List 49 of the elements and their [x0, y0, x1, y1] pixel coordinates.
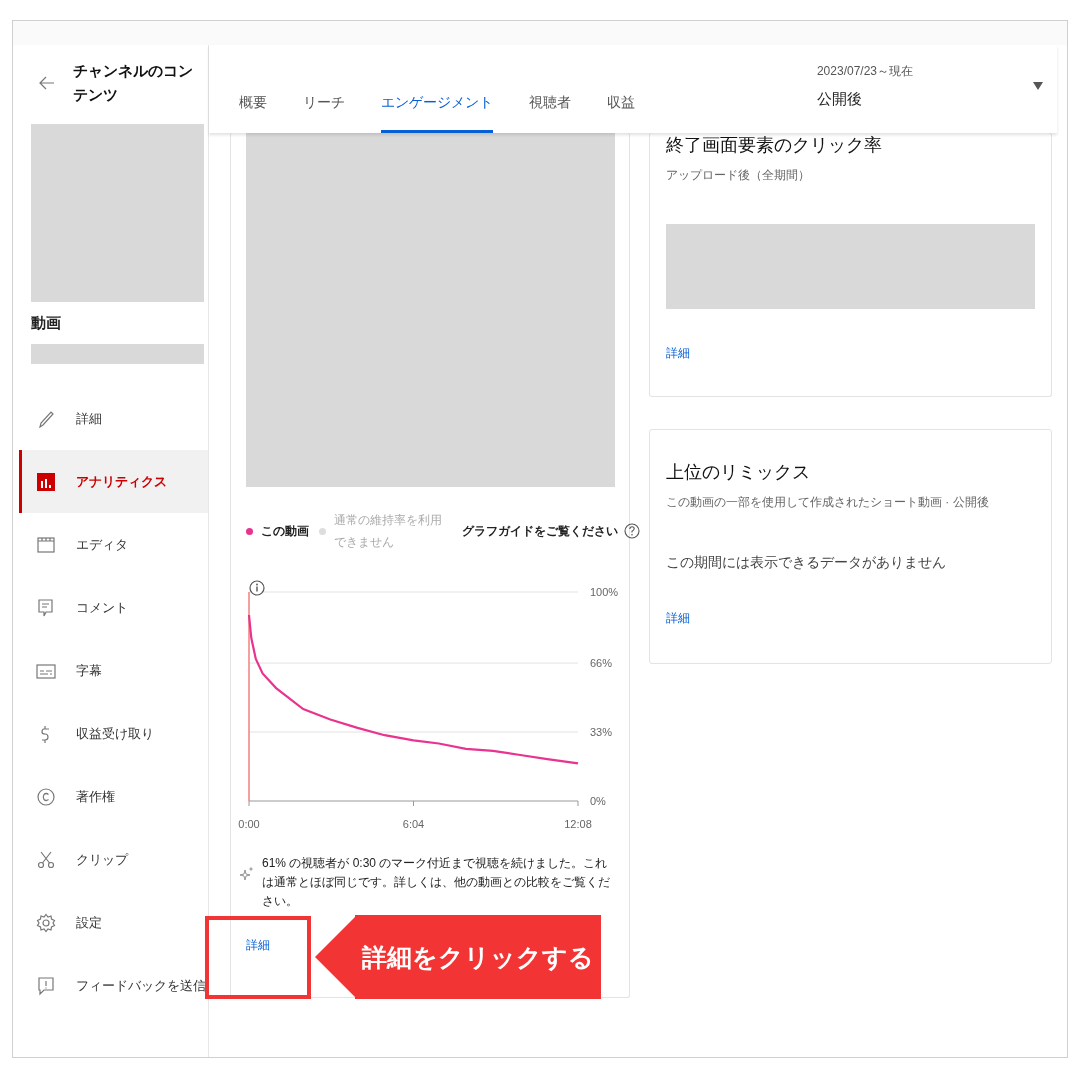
empty-message: この期間には表示できるデータがありません	[666, 554, 947, 572]
y-tick-label: 100%	[590, 586, 619, 598]
analytics-icon	[36, 471, 56, 492]
clapperboard-icon	[36, 534, 56, 555]
card-subtitle: アップロード後（全期間）	[666, 167, 811, 184]
sidebar-item[interactable]: クリップ	[19, 828, 208, 891]
help-icon	[624, 523, 640, 539]
date-label: 公開後	[816, 90, 863, 109]
sidebar-item[interactable]: 収益受け取り	[19, 702, 208, 765]
sidebar-item[interactable]: フィードバックを送信	[19, 954, 208, 1017]
sidebar-item[interactable]: 設定	[19, 891, 208, 954]
sparkle-icon	[240, 866, 254, 882]
date-period: 2023/07/23～現在	[816, 63, 913, 80]
dropdown-caret-icon	[1033, 82, 1043, 90]
channel-content-title: チャンネルのコンテンツ	[73, 61, 193, 105]
settings-icon	[36, 912, 56, 933]
scissors-icon	[36, 849, 56, 870]
tab[interactable]: 収益	[607, 94, 635, 133]
sidebar-item[interactable]: コメント	[19, 576, 208, 639]
sidebar-item[interactable]: エディタ	[19, 513, 208, 576]
card-title: 上位のリミックス	[666, 461, 811, 484]
insight-text: 61% の視聴者が 0:30 のマーク付近まで視聴を続けました。これは通常とほぼ同じです。詳しくは、他の動画との比較をご覧ください。	[262, 855, 611, 910]
x-tick-label: 12:08	[564, 818, 592, 830]
x-tick-label: 6:04	[402, 818, 425, 830]
legend-label: この動画	[261, 522, 309, 540]
date-range-dropdown[interactable]: 2023/07/23～現在 公開後	[816, 45, 1057, 133]
details-link[interactable]: 詳細	[246, 937, 270, 954]
sidebar-item[interactable]: 字幕	[19, 639, 208, 702]
comment-icon	[36, 597, 56, 618]
sidebar-item[interactable]: 著作権	[19, 765, 208, 828]
y-tick-label: 0%	[590, 795, 606, 807]
y-tick-label: 66%	[590, 657, 613, 670]
card-title: 終了画面要素のクリック率	[666, 134, 883, 157]
copyright-icon	[36, 786, 56, 807]
legend-label: 通常の維持率を利用できません	[334, 512, 443, 551]
graph-guide-link[interactable]: グラフガイドをご覧ください	[462, 522, 640, 540]
tab[interactable]: リーチ	[303, 94, 345, 133]
feedback-icon	[36, 975, 56, 996]
details-link[interactable]: 詳細	[666, 610, 690, 627]
y-tick-label: 33%	[590, 726, 613, 739]
tab[interactable]: 概要	[239, 94, 267, 133]
info-icon	[249, 580, 265, 596]
sidebar-item[interactable]: 詳細	[19, 387, 208, 450]
tab[interactable]: 視聴者	[529, 94, 571, 133]
card-subtitle: この動画の一部を使用して作成されたショート動画 · 公開後	[666, 494, 990, 511]
x-tick-label: 0:00	[238, 818, 260, 830]
sidebar-item[interactable]: アナリティクス	[19, 450, 208, 513]
video-label: 動画	[30, 313, 62, 333]
details-link[interactable]: 詳細	[666, 345, 690, 362]
